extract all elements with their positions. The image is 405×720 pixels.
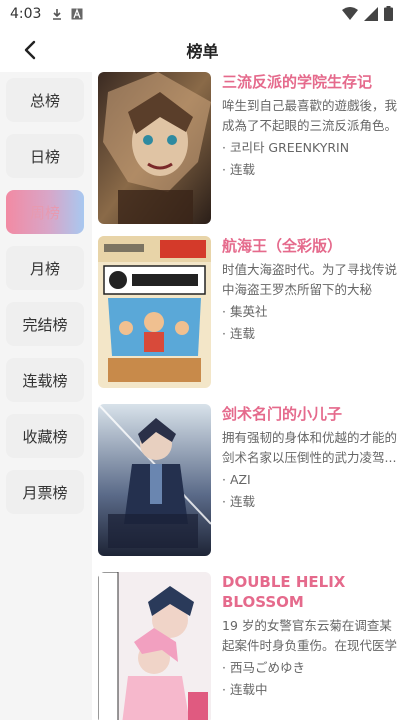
battery-icon (384, 6, 393, 25)
page-title: 榜单 (186, 42, 219, 61)
sidebar-item-total[interactable]: 总榜 (6, 78, 84, 122)
comic-description: 拥有强韧的身体和优越的才能的剑术名家以压倒性的武力凌驾... (222, 430, 398, 465)
comic-cover-image (98, 72, 211, 224)
status-bar: 4:03 (0, 0, 405, 28)
comic-status: · 连载 (222, 326, 255, 341)
comic-author: · 集英社 (222, 304, 268, 319)
back-button[interactable] (18, 38, 42, 62)
list-item[interactable]: DOUBLE HELIX BLOSSOM 19 岁的女警官东云菊在调查某起案件时… (98, 572, 398, 720)
comic-title: 剑术名门的小儿子 (222, 405, 343, 423)
sidebar-item-daily[interactable]: 日榜 (6, 134, 84, 178)
list-item[interactable]: 三流反派的学院生存记 哞生到自己最喜歡的遊戲後，我成為了不起眼的三流反派角色。雖… (98, 72, 398, 228)
comic-status: · 连载 (222, 162, 255, 177)
comic-title: 航海王（全彩版） (222, 237, 343, 255)
comic-status: · 连载 (222, 494, 255, 509)
wifi-icon (342, 6, 358, 25)
signal-icon (364, 6, 378, 25)
comic-cover-image (98, 404, 211, 556)
sidebar-item-completed[interactable]: 完结榜 (6, 302, 84, 346)
top-app-bar: 榜单 (0, 30, 405, 70)
comic-author: · AZI (222, 472, 251, 487)
comic-author: · 西马ごめゆき (222, 660, 305, 675)
sidebar-item-weekly[interactable]: 周榜 (6, 190, 84, 234)
comic-description: 时值大海盗时代。为了寻找传说中海盗王罗杰所留下的大秘宝“ONE PIECE”，无… (222, 262, 398, 297)
chevron-left-icon (24, 40, 36, 60)
comic-title: DOUBLE HELIX BLOSSOM (222, 573, 346, 611)
comic-title: 三流反派的学院生存记 (222, 73, 373, 91)
sidebar-item-monthly[interactable]: 月榜 (6, 246, 84, 290)
comic-description: 19 岁的女警官东云菊在调查某起案件时身负重伤。在现代医学无法治愈的情况下， (222, 618, 398, 653)
comic-cover-image (98, 572, 211, 720)
list-item[interactable]: 航海王（全彩版） 时值大海盗时代。为了寻找传说中海盗王罗杰所留下的大秘宝“ONE… (98, 236, 398, 392)
comic-list: 三流反派的学院生存记 哞生到自己最喜歡的遊戲後，我成為了不起眼的三流反派角色。雖… (92, 72, 405, 720)
comic-cover-image (98, 236, 211, 388)
sidebar-item-serializing[interactable]: 连载榜 (6, 358, 84, 402)
download-icon (51, 8, 63, 20)
sidebar-item-favorites[interactable]: 收藏榜 (6, 414, 84, 458)
comic-description: 哞生到自己最喜歡的遊戲後，我成為了不起眼的三流反派角色。雖然只想安安靜靜 (222, 98, 398, 133)
comic-author: · 코리타 GREENKYRIN (222, 140, 350, 155)
ranking-sidebar: 总榜 日榜 周榜 月榜 完结榜 连载榜 收藏榜 月票榜 (0, 72, 92, 720)
list-item[interactable]: 剑术名门的小儿子 拥有强韧的身体和优越的才能的剑术名家以压倒性的武力凌驾... … (98, 404, 398, 560)
status-time: 4:03 (10, 6, 42, 22)
font-a-icon (71, 8, 83, 20)
sidebar-item-monthly-ticket[interactable]: 月票榜 (6, 470, 84, 514)
comic-status: · 连载中 (222, 682, 268, 697)
